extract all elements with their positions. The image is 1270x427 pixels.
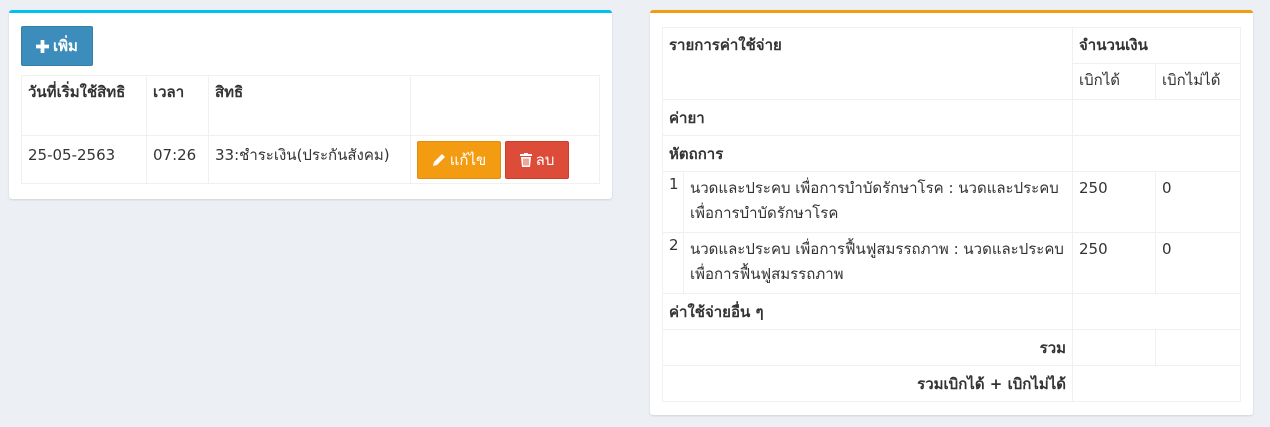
grand-total-value <box>1072 365 1242 402</box>
expense-table: รายการค่าใช้จ่าย จำนวนเงิน เบิกได้ เบิกไ… <box>661 27 1242 402</box>
procedure-non-claimable: 0 <box>1155 232 1242 294</box>
rights-table: วันที่เริ่มใช้สิทธิ เวลา สิทธิ 25-05-256… <box>21 75 600 184</box>
delete-button-label: ลบ <box>535 151 555 169</box>
cell-actions: แก้ไข ลบ <box>410 135 600 184</box>
table-header-row: วันที่เริ่มใช้สิทธิ เวลา สิทธิ <box>21 75 600 136</box>
total-non-claimable <box>1155 329 1242 366</box>
section-row-other: ค่าใช้จ่ายอื่น ๆ <box>661 293 1242 330</box>
grand-total-row: รวมเบิกได้ + เบิกไม่ได้ <box>661 365 1242 402</box>
add-button-label: เพิ่ม <box>53 37 78 55</box>
column-header-actions <box>410 75 600 136</box>
column-header-right: สิทธิ <box>208 75 411 136</box>
section-row-procedures: หัตถการ <box>661 135 1242 172</box>
column-header-start-date: วันที่เริ่มใช้สิทธิ <box>21 75 147 136</box>
pencil-icon <box>432 153 446 167</box>
total-label: รวม <box>661 329 1074 366</box>
section-label-other: ค่าใช้จ่ายอื่น ๆ <box>661 293 1074 330</box>
procedure-name: นวดและประคบ เพื่อการบำบัดรักษาโรค : นวดแ… <box>682 171 1074 233</box>
delete-button[interactable]: ลบ <box>505 141 569 179</box>
trash-icon <box>519 153 532 167</box>
total-claimable <box>1072 329 1157 366</box>
total-row: รวม <box>661 329 1242 366</box>
edit-button[interactable]: แก้ไข <box>417 141 501 179</box>
add-button[interactable]: เพิ่ม <box>21 26 93 66</box>
section-label-procedures: หัตถการ <box>661 135 1074 172</box>
procedure-number: 1 <box>662 171 684 233</box>
column-header-amount: จำนวนเงิน <box>1072 27 1242 64</box>
plus-icon <box>36 39 50 53</box>
column-header-time: เวลา <box>146 75 209 136</box>
procedure-claimable: 250 <box>1072 232 1157 294</box>
procedure-name: นวดและประคบ เพื่อการฟื้นฟูสมรรถภาพ : นวด… <box>682 232 1074 294</box>
expense-header-row: รายการค่าใช้จ่าย จำนวนเงิน <box>661 27 1242 100</box>
procedure-non-claimable: 0 <box>1155 171 1242 233</box>
cell-time: 07:26 <box>146 135 209 184</box>
column-header-item: รายการค่าใช้จ่าย <box>661 27 1074 100</box>
procedure-claimable: 250 <box>1072 171 1157 233</box>
expense-panel: รายการค่าใช้จ่าย จำนวนเงิน เบิกได้ เบิกไ… <box>650 10 1253 415</box>
column-header-claimable: เบิกได้ <box>1072 63 1157 100</box>
section-label-medicine: ค่ายา <box>661 99 1074 136</box>
column-header-non-claimable: เบิกไม่ได้ <box>1155 63 1242 100</box>
table-row: 25-05-2563 07:26 33:ชำระเงิน(ประกันสังคม… <box>21 135 600 184</box>
procedure-row: 1 นวดและประคบ เพื่อการบำบัดรักษาโรค : นว… <box>662 171 1242 233</box>
procedure-number: 2 <box>662 232 684 294</box>
rights-panel: เพิ่ม วันที่เริ่มใช้สิทธิ เวลา สิทธิ 25-… <box>9 10 612 199</box>
cell-date: 25-05-2563 <box>21 135 147 184</box>
procedure-row: 2 นวดและประคบ เพื่อการฟื้นฟูสมรรถภาพ : น… <box>662 232 1242 294</box>
edit-button-label: แก้ไข <box>449 151 487 169</box>
cell-right: 33:ชำระเงิน(ประกันสังคม) <box>208 135 411 184</box>
grand-total-label: รวมเบิกได้ + เบิกไม่ได้ <box>661 365 1074 402</box>
section-row-medicine: ค่ายา <box>661 99 1242 136</box>
